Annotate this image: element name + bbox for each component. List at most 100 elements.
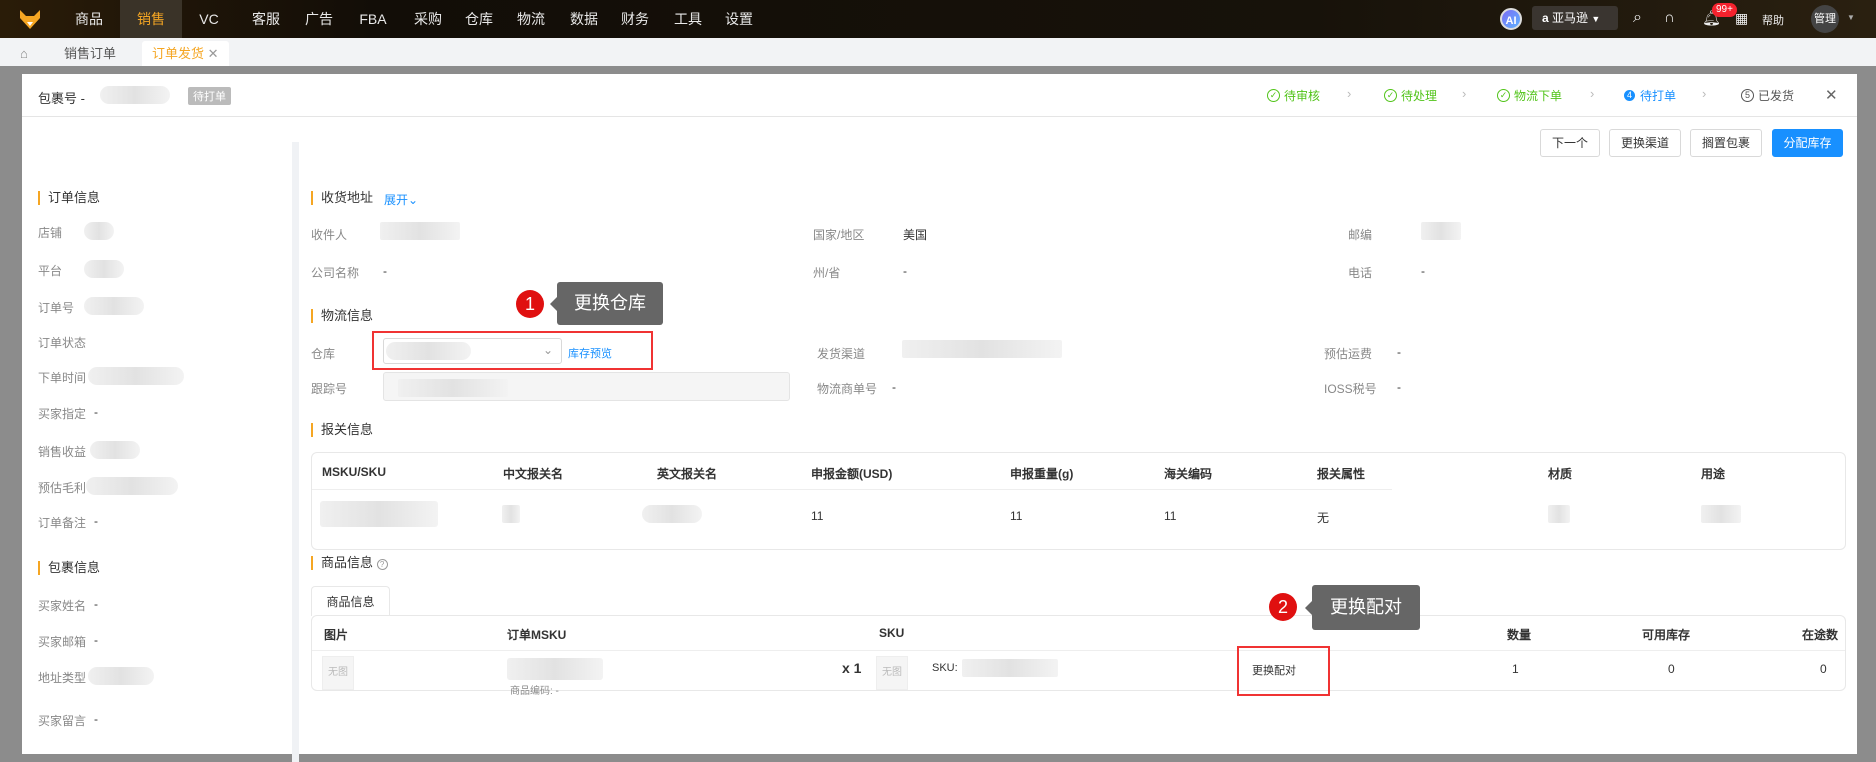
- apps-grid-icon[interactable]: ▦: [1735, 10, 1748, 27]
- col-quantity: 数量: [1507, 628, 1532, 642]
- sku-label: SKU:: [932, 662, 958, 674]
- header-divider: [22, 116, 1857, 117]
- field-order-status: 订单状态: [38, 336, 87, 350]
- buyer-email-value: -: [94, 633, 98, 647]
- buyer-name-value: -: [94, 597, 98, 611]
- redacted-value: [642, 505, 702, 523]
- customs-table: MSKU/SKU 中文报关名 英文报关名 申报金额(USD) 申报重量(g) 海…: [311, 452, 1846, 550]
- quantity-multiplier: x 1: [842, 660, 862, 676]
- products-title-text: 商品信息: [321, 555, 374, 570]
- nav-item-fba[interactable]: FBA: [342, 0, 404, 38]
- ioss-label: IOSS税号: [1324, 382, 1377, 396]
- step-label: 待处理: [1401, 89, 1438, 103]
- col-in-transit: 在途数: [1802, 628, 1839, 642]
- home-icon[interactable]: ⌂: [20, 41, 28, 66]
- redacted-value: [84, 260, 124, 278]
- allocate-stock-button[interactable]: 分配库存: [1772, 129, 1843, 157]
- nav-item-sales[interactable]: 销售: [120, 0, 182, 38]
- redacted-value: [84, 222, 114, 240]
- field-buyer-message: 买家留言: [38, 714, 87, 728]
- phone-value: -: [1421, 264, 1425, 278]
- check-icon: ✓: [1497, 89, 1510, 102]
- tab-order-shipping[interactable]: 订单发货 ✕: [142, 41, 229, 66]
- state-value: -: [903, 264, 907, 278]
- country-value: 美国: [903, 228, 928, 242]
- nav-item-settings[interactable]: 设置: [708, 0, 770, 38]
- step-logistics-order: ✓ 物流下单: [1497, 87, 1562, 104]
- package-info-title: 包裹信息: [38, 561, 100, 575]
- redacted-value: [320, 501, 438, 527]
- field-buyer-specified: 买家指定: [38, 407, 87, 421]
- tab-product-info[interactable]: 商品信息: [311, 586, 390, 616]
- ai-assistant-button[interactable]: AI: [1500, 8, 1522, 30]
- nav-item-ads[interactable]: 广告: [288, 0, 350, 38]
- headset-icon[interactable]: ∩: [1664, 9, 1675, 26]
- freight-value: -: [1397, 345, 1401, 359]
- col-cn-name: 中文报关名: [503, 467, 564, 481]
- col-available-stock: 可用库存: [1642, 628, 1691, 642]
- close-modal-icon[interactable]: ✕: [1825, 86, 1838, 104]
- col-usage: 用途: [1701, 467, 1726, 481]
- field-order-time: 下单时间: [38, 371, 87, 385]
- hs-code-value: 11: [1164, 509, 1177, 523]
- field-order-no: 订单号: [38, 301, 75, 315]
- redacted-value: [502, 505, 520, 523]
- next-button[interactable]: 下一个: [1540, 129, 1600, 157]
- address-title: 收货地址: [311, 191, 373, 205]
- col-declared-amount: 申报金额(USD): [811, 467, 893, 481]
- redacted-value: [380, 222, 460, 240]
- in-transit-value: 0: [1820, 662, 1827, 676]
- tab-sales-orders[interactable]: 销售订单: [64, 41, 116, 66]
- annotation-tooltip-1: 更换仓库: [550, 282, 663, 325]
- expand-label: 展开: [384, 193, 409, 207]
- order-note-value: -: [94, 514, 98, 528]
- col-material: 材质: [1548, 467, 1573, 481]
- step-to-print: 4 待打单: [1623, 87, 1676, 104]
- user-avatar[interactable]: 管理: [1811, 5, 1839, 33]
- fox-logo-icon[interactable]: [18, 8, 42, 30]
- redacted-value: [507, 658, 603, 680]
- state-label: 州/省: [813, 266, 841, 280]
- help-circle-icon[interactable]: ?: [376, 559, 388, 570]
- help-link[interactable]: 帮助: [1762, 12, 1784, 28]
- redacted-value: [86, 477, 178, 495]
- user-caret-icon[interactable]: ▼: [1847, 13, 1855, 22]
- header-divider: [312, 489, 1392, 490]
- package-detail-modal: 包裹号 - 待打单 ✓ 待审核 › ✓ 待处理 › ✓ 物流下单 › 4 待打单 › 5…: [22, 74, 1857, 762]
- ioss-value: -: [1397, 380, 1401, 394]
- header-divider: [312, 650, 1845, 651]
- marketplace-select[interactable]: a 亚马逊 ▼: [1532, 6, 1618, 30]
- declared-amount-value: 11: [811, 509, 824, 523]
- step-label: 已发货: [1758, 89, 1795, 103]
- close-tab-icon[interactable]: ✕: [208, 46, 219, 61]
- step-number-icon: 4: [1623, 89, 1636, 102]
- hold-package-button[interactable]: 搁置包裹: [1690, 129, 1762, 157]
- annotation-number-1: 1: [516, 290, 544, 318]
- country-label: 国家/地区: [813, 228, 865, 242]
- nav-item-products[interactable]: 商品: [58, 0, 120, 38]
- tracking-input[interactable]: [383, 372, 790, 401]
- change-channel-button[interactable]: 更换渠道: [1609, 129, 1681, 157]
- step-processing: ✓ 待处理: [1384, 87, 1437, 104]
- logistics-no-label: 物流商单号: [817, 382, 878, 396]
- field-sales-revenue: 销售收益: [38, 445, 87, 459]
- field-est-profit: 预估毛利: [38, 481, 87, 495]
- redacted-value: [1548, 505, 1570, 523]
- recipient-label: 收件人: [311, 228, 348, 242]
- nav-item-vc[interactable]: VC: [178, 0, 240, 38]
- quantity-value: 1: [1512, 662, 1519, 676]
- col-en-name: 英文报关名: [657, 467, 718, 481]
- col-customs-attr: 报关属性: [1317, 467, 1366, 481]
- redacted-value: [902, 340, 1062, 358]
- annotation-number-2: 2: [1269, 593, 1297, 621]
- order-info-title: 订单信息: [38, 191, 100, 205]
- product-image-placeholder: 无图: [322, 656, 354, 690]
- search-icon[interactable]: ⌕: [1633, 9, 1642, 27]
- buyer-specified-value: -: [94, 405, 98, 419]
- expand-link[interactable]: 展开⌄: [384, 191, 418, 208]
- customs-title: 报关信息: [311, 423, 373, 437]
- company-value: -: [383, 264, 387, 278]
- highlight-warehouse: [372, 331, 653, 370]
- step-number-icon: 5: [1741, 89, 1754, 102]
- tab-bar: ⌂ 销售订单 订单发货 ✕: [0, 38, 1876, 66]
